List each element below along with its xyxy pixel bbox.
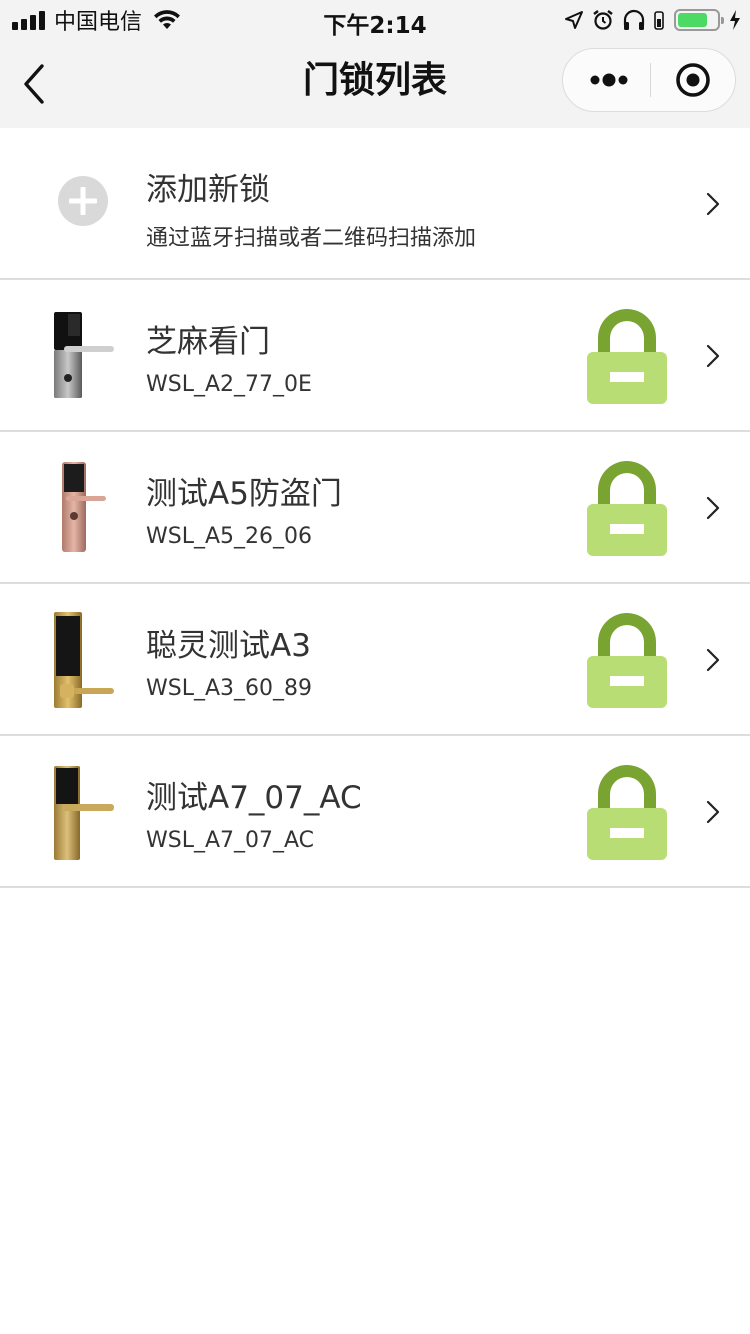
chevron-right-icon — [706, 496, 720, 520]
locked-padlock-icon[interactable] — [584, 458, 670, 558]
add-lock-title: 添加新锁 — [146, 172, 270, 208]
nav-bar: 门锁列表 — [0, 40, 750, 128]
charging-bolt-icon — [730, 10, 740, 30]
add-plus-icon — [58, 176, 108, 226]
status-right — [556, 6, 742, 34]
add-lock-subtitle: 通过蓝牙扫描或者二维码扫描添加 — [146, 226, 477, 251]
lock-name: 测试A7_07_AC — [146, 780, 362, 816]
mini-program-capsule — [562, 48, 736, 112]
door-lock-product-image — [54, 312, 114, 398]
target-close-icon — [676, 63, 710, 97]
chevron-right-icon — [706, 344, 720, 368]
lock-id: WSL_A3_60_89 — [146, 676, 313, 701]
alarm-clock-icon — [593, 10, 613, 30]
location-arrow-icon — [565, 11, 583, 29]
door-lock-product-image — [54, 612, 114, 708]
status-bar: 中国电信 下午2:14 — [0, 0, 750, 40]
chevron-right-icon — [706, 192, 720, 216]
battery-icon — [674, 9, 724, 31]
door-lock-product-image — [62, 462, 106, 552]
lock-id: WSL_A7_07_AC — [146, 828, 315, 853]
lock-name: 聪灵测试A3 — [146, 628, 311, 664]
lock-id: WSL_A2_77_0E — [146, 372, 312, 397]
orientation-battery-small-icon — [654, 11, 664, 30]
lock-row[interactable]: 聪灵测试A3 WSL_A3_60_89 — [0, 584, 750, 736]
add-lock-row[interactable]: 添加新锁 通过蓝牙扫描或者二维码扫描添加 — [0, 128, 750, 280]
lock-row[interactable]: 测试A7_07_AC WSL_A7_07_AC — [0, 736, 750, 888]
more-dots-icon — [590, 73, 628, 87]
chevron-right-icon — [706, 800, 720, 824]
more-button[interactable] — [563, 49, 650, 111]
locked-padlock-icon[interactable] — [584, 762, 670, 862]
headphones-icon — [623, 9, 645, 30]
lock-name: 测试A5防盗门 — [146, 476, 342, 512]
chevron-right-icon — [706, 648, 720, 672]
lock-id: WSL_A5_26_06 — [146, 524, 313, 549]
close-program-button[interactable] — [651, 49, 737, 111]
lock-list: 添加新锁 通过蓝牙扫描或者二维码扫描添加 芝麻看门 WSL_A2_77_0E 测… — [0, 128, 750, 888]
locked-padlock-icon[interactable] — [584, 610, 670, 710]
locked-padlock-icon[interactable] — [584, 306, 670, 406]
lock-row[interactable]: 测试A5防盗门 WSL_A5_26_06 — [0, 432, 750, 584]
lock-name: 芝麻看门 — [146, 324, 270, 360]
lock-row[interactable]: 芝麻看门 WSL_A2_77_0E — [0, 280, 750, 432]
door-lock-product-image — [54, 766, 114, 860]
